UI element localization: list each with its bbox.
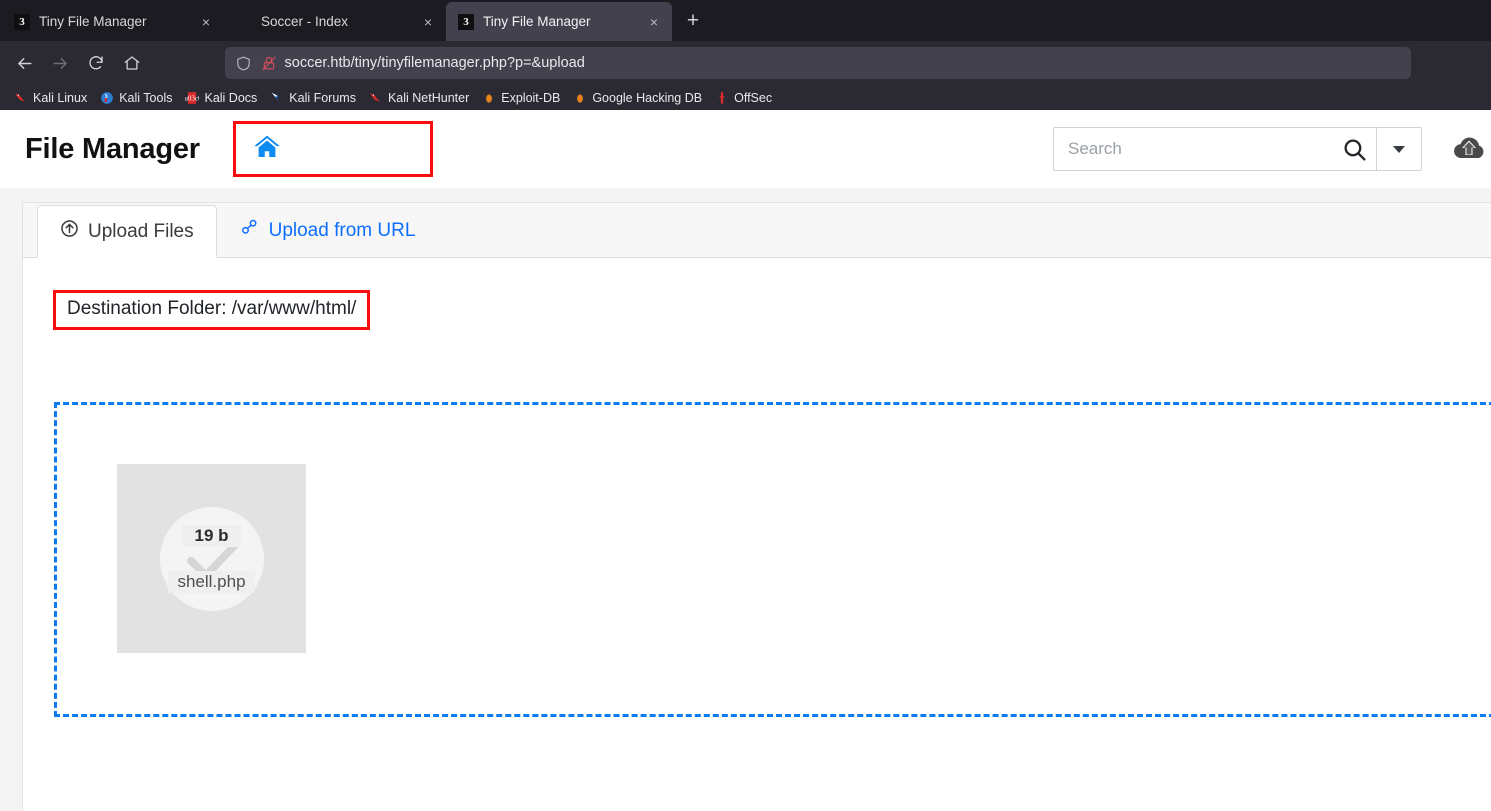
search-icon[interactable] [1332,128,1376,170]
bookmark-kali-docs[interactable]: \u03c6 Kali Docs [179,87,263,108]
kali-forums-icon [272,92,281,103]
url-bar[interactable]: soccer.htb/tiny/tinyfilemanager.php?p=&u… [224,47,1411,79]
tab-upload-from-url[interactable]: Upload from URL [217,204,438,257]
svg-text:\u03c6: \u03c6 [185,94,199,102]
browser-tab-1[interactable]: 3 Tiny File Manager × [2,2,224,41]
page-viewport: File Manager Search Upload Files Upload … [0,110,1491,811]
bookmark-bar: Kali Linux Kali Tools \u03c6 Kali Docs K… [0,85,1491,110]
destination-folder-highlight: Destination Folder: /var/www/html/ [53,290,371,330]
tab-close-icon[interactable]: × [644,12,664,32]
tab-title: Tiny File Manager [483,14,591,29]
upload-circle-icon [60,219,79,244]
bookmark-label: Exploit-DB [501,90,561,105]
kali-docs-icon: \u03c6 [185,91,199,104]
lock-crossed-icon[interactable] [261,55,277,72]
tab-favicon: 3 [14,13,30,30]
bookmark-label: Kali NetHunter [387,90,470,105]
link-chain-icon [239,218,260,243]
tab-favicon [236,14,252,30]
kali-tools-icon [101,91,114,104]
bookmark-label: OffSec [734,90,773,105]
bookmark-offsec[interactable]: OffSec [709,87,778,108]
tab-close-icon[interactable]: × [418,12,438,32]
search-filter-dropdown[interactable] [1376,128,1421,170]
header-actions [1053,127,1491,171]
upload-tabs: Upload Files Upload from URL [23,203,1491,258]
bookmark-label: Google Hacking DB [592,90,703,105]
kali-dragon-icon [15,92,26,101]
tab-favicon: 3 [458,13,474,30]
browser-tab-2[interactable]: Soccer - Index × [224,2,446,41]
google-hacking-db-icon [574,91,586,103]
bookmark-exploit-db[interactable]: Exploit-DB [476,87,566,108]
tab-close-icon[interactable]: × [196,12,216,32]
bookmark-kali-tools[interactable]: Kali Tools [94,87,178,108]
app-header: File Manager [0,110,1491,196]
new-tab-button[interactable]: + [678,7,708,37]
bookmark-label: Kali Tools [119,90,173,105]
home-icon[interactable] [116,47,148,79]
bookmark-label: Kali Docs [204,90,258,105]
bookmark-google-hacking-db[interactable]: Google Hacking DB [567,87,708,108]
exploit-db-icon [483,91,495,103]
browser-tab-strip: 3 Tiny File Manager × Soccer - Index × 3… [0,0,1491,41]
tab-title: Soccer - Index [261,14,349,29]
bookmark-kali-linux[interactable]: Kali Linux [8,87,93,108]
chevron-down-icon [1393,145,1405,153]
arrow-left-icon[interactable] [8,47,40,79]
tab-upload-files[interactable]: Upload Files [37,205,217,258]
tab-title: Tiny File Manager [39,14,147,29]
file-name-label: shell.php [168,570,255,593]
file-size-label: 19 b [182,524,241,547]
shield-icon[interactable] [235,55,252,72]
arrow-right-icon [44,47,76,79]
search-input[interactable] [1054,128,1332,170]
browser-chrome: 3 Tiny File Manager × Soccer - Index × 3… [0,0,1491,110]
home-nav-highlight-box [232,121,433,177]
upload-file-preview[interactable]: 19 b shell.php [117,464,306,653]
page-title: File Manager [25,132,200,165]
search-group [1053,127,1422,171]
browser-tab-3[interactable]: 3 Tiny File Manager × [446,2,672,41]
bookmark-label: Kali Linux [33,90,88,105]
tab-label: Upload from URL [268,219,416,241]
home-icon[interactable] [253,134,281,165]
bookmark-kali-nethunter[interactable]: Kali NetHunter [363,87,475,108]
url-text: soccer.htb/tiny/tinyfilemanager.php?p=&u… [284,55,585,71]
browser-nav-bar: soccer.htb/tiny/tinyfilemanager.php?p=&u… [0,41,1491,85]
file-dropzone[interactable]: 19 b shell.php [54,402,1491,717]
offsec-icon [719,91,725,104]
tab-label: Upload Files [88,220,194,242]
kali-nethunter-icon [370,92,381,101]
bookmark-label: Kali Forums [289,90,356,105]
cloud-upload-icon[interactable] [1451,134,1491,164]
check-circle-icon [159,506,264,611]
bookmark-kali-forums[interactable]: Kali Forums [264,87,362,108]
destination-folder-label: Destination Folder: /var/www/html/ [67,298,357,319]
reload-icon[interactable] [80,47,112,79]
url-bar-container: soccer.htb/tiny/tinyfilemanager.php?p=&u… [152,47,1483,79]
